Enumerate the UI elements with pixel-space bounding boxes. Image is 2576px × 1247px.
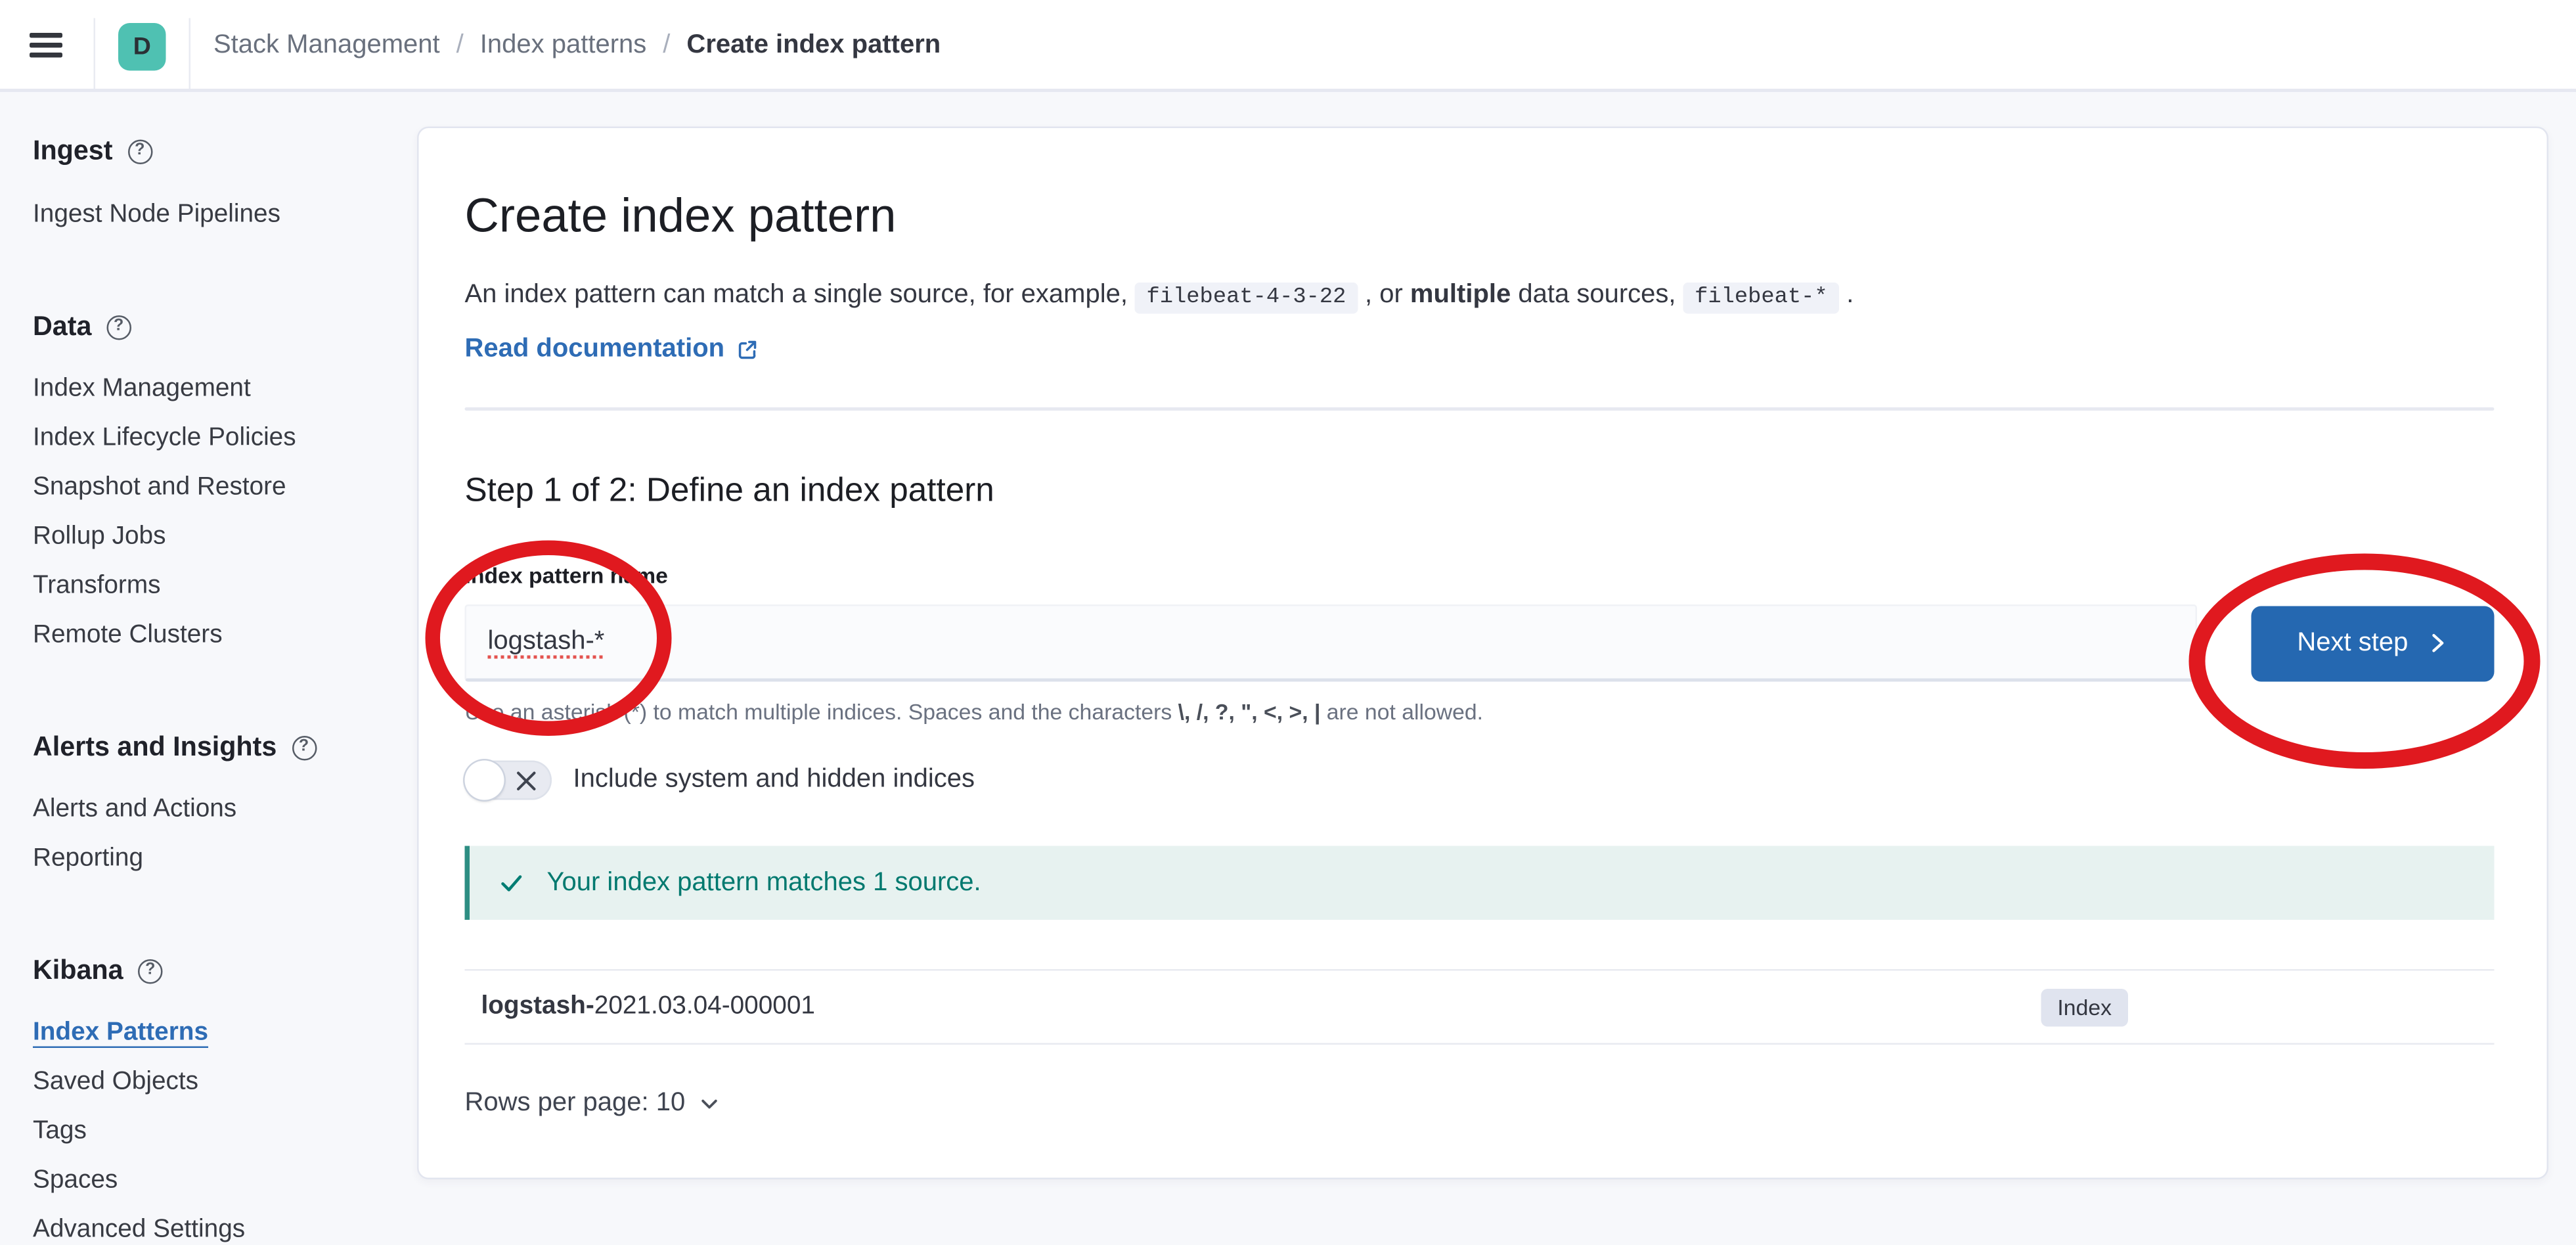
page-description: An index pattern can match a single sour… — [465, 275, 2495, 321]
helper-text: Use an asterisk (*) to match multiple in… — [465, 700, 1178, 725]
sidebar-item-saved-objects[interactable]: Saved Objects — [33, 1066, 407, 1099]
management-sidebar: Ingest ? Ingest Node Pipelines Data ? In… — [33, 135, 407, 1247]
breadcrumb-current-page: Create index pattern — [686, 32, 941, 61]
breadcrumb-separator: / — [456, 32, 464, 61]
breadcrumb-separator: / — [663, 32, 670, 61]
sidebar-item-spaces[interactable]: Spaces — [33, 1165, 407, 1198]
include-hidden-indices-toggle[interactable] — [465, 761, 552, 800]
code-example-filebeat-date: filebeat-4-3-22 — [1135, 283, 1358, 314]
sidebar-item-tags[interactable]: Tags — [33, 1116, 407, 1148]
sidebar-section-data: Data ? — [33, 311, 407, 344]
chevron-down-icon — [698, 1093, 721, 1116]
description-text: . — [1839, 281, 1854, 309]
help-icon[interactable]: ? — [138, 959, 163, 984]
header-divider — [94, 18, 96, 89]
sidebar-heading-label: Kibana — [33, 955, 123, 987]
breadcrumb: Stack Management / Index patterns / Crea… — [213, 0, 941, 92]
description-text: data sources, — [1511, 281, 1683, 309]
sidebar-item-ingest-node-pipelines[interactable]: Ingest Node Pipelines — [33, 199, 407, 232]
kibana-create-index-pattern-page: D Stack Management / Index patterns / Cr… — [0, 0, 2576, 1246]
cross-icon — [516, 769, 537, 791]
matching-source-row: logstash-2021.03.04-000001 Index — [465, 969, 2495, 1045]
matching-index-name: logstash-2021.03.04-000001 — [481, 992, 2041, 1022]
sidebar-item-index-lifecycle-policies[interactable]: Index Lifecycle Policies — [33, 422, 407, 455]
sidebar-section-ingest: Ingest ? — [33, 135, 407, 168]
index-pattern-input-row: logstash-* Next step — [465, 604, 2495, 682]
sidebar-heading-label: Alerts and Insights — [33, 732, 277, 763]
header-divider — [189, 18, 191, 89]
step-heading: Step 1 of 2: Define an index pattern — [465, 470, 2495, 512]
input-helper-text: Use an asterisk (*) to match multiple in… — [465, 698, 2495, 727]
sidebar-item-index-management[interactable]: Index Management — [33, 373, 407, 406]
sidebar-item-snapshot-and-restore[interactable]: Snapshot and Restore — [33, 472, 407, 505]
sidebar-item-advanced-settings[interactable]: Advanced Settings — [33, 1214, 407, 1247]
sidebar-heading-label: Ingest — [33, 135, 112, 167]
index-pattern-name-label: Index pattern name — [465, 564, 2495, 592]
next-step-button[interactable]: Next step — [2252, 605, 2495, 681]
helper-text: are not allowed. — [1320, 700, 1483, 725]
top-header-bar: D Stack Management / Index patterns / Cr… — [0, 0, 2576, 92]
include-hidden-indices-label: Include system and hidden indices — [573, 765, 975, 795]
sidebar-item-transforms[interactable]: Transforms — [33, 570, 407, 603]
rows-per-page-selector[interactable]: Rows per page: 10 — [465, 1089, 722, 1119]
hamburger-menu-icon[interactable] — [30, 33, 62, 63]
sidebar-item-remote-clusters[interactable]: Remote Clusters — [33, 620, 407, 652]
helper-forbidden-characters: \, /, ?, ", <, >, | — [1178, 700, 1321, 725]
success-callout-text: Your index pattern matches 1 source. — [547, 868, 981, 897]
sidebar-item-reporting[interactable]: Reporting — [33, 843, 407, 876]
sidebar-section-kibana: Kibana ? — [33, 955, 407, 987]
code-example-filebeat-wildcard: filebeat-* — [1683, 283, 1840, 314]
sidebar-section-alerts-and-insights: Alerts and Insights ? — [33, 731, 407, 764]
read-documentation-label: Read documentation — [465, 335, 725, 365]
include-hidden-indices-row: Include system and hidden indices — [465, 761, 2495, 800]
help-icon[interactable]: ? — [292, 735, 317, 760]
rows-per-page-label: Rows per page: 10 — [465, 1089, 686, 1119]
check-icon — [498, 869, 526, 897]
external-link-icon — [736, 338, 759, 361]
sidebar-heading-label: Data — [33, 311, 91, 343]
index-name-suffix: 2021.03.04-000001 — [594, 992, 815, 1020]
description-bold: multiple — [1410, 281, 1511, 309]
create-index-pattern-panel: Create index pattern An index pattern ca… — [417, 127, 2548, 1180]
index-type-badge: Index — [2041, 988, 2128, 1026]
breadcrumb-index-patterns[interactable]: Index patterns — [480, 32, 647, 61]
index-pattern-input-value: logstash-* — [488, 627, 605, 657]
sidebar-item-rollup-jobs[interactable]: Rollup Jobs — [33, 521, 407, 554]
page-title: Create index pattern — [465, 187, 2495, 246]
breadcrumb-stack-management[interactable]: Stack Management — [213, 32, 440, 61]
chevron-right-icon — [2424, 631, 2449, 656]
success-callout: Your index pattern matches 1 source. — [465, 846, 2495, 920]
toggle-thumb — [465, 761, 504, 800]
description-text: , or — [1358, 281, 1410, 309]
index-pattern-input[interactable]: logstash-* — [465, 604, 2198, 682]
next-step-label: Next step — [2297, 628, 2408, 658]
help-icon[interactable]: ? — [106, 315, 131, 340]
help-icon[interactable]: ? — [127, 139, 152, 164]
section-divider — [465, 407, 2495, 411]
read-documentation-link[interactable]: Read documentation — [465, 335, 759, 365]
description-text: An index pattern can match a single sour… — [465, 281, 1136, 309]
index-name-prefix: logstash- — [481, 992, 594, 1020]
space-avatar[interactable]: D — [118, 22, 166, 70]
sidebar-item-alerts-and-actions[interactable]: Alerts and Actions — [33, 794, 407, 827]
sidebar-item-index-patterns[interactable]: Index Patterns — [33, 1017, 407, 1050]
